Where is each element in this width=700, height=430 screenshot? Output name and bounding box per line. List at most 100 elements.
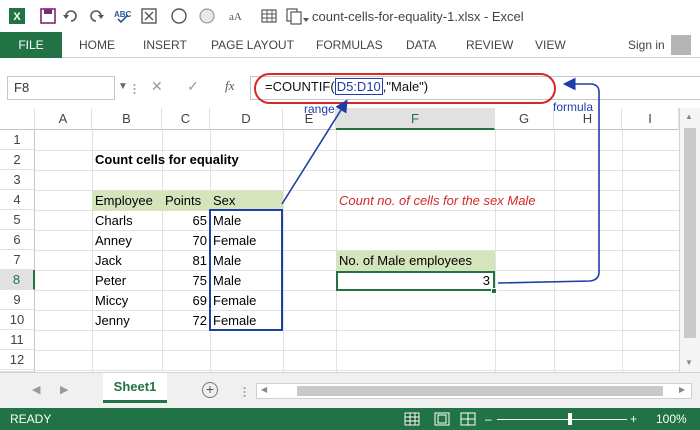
tab-file[interactable]: FILE — [0, 32, 62, 58]
title-bar: X ABC aA count-cells-for-equality-1.xlsx… — [0, 0, 700, 32]
formula-bar: F8 ▼ ✕ ✓ fx =COUNTIF(D5:D10 ,"Male") — [0, 58, 700, 108]
row-header[interactable]: 4 — [0, 190, 35, 210]
gridline — [554, 130, 555, 372]
points-cell[interactable]: 69 — [162, 291, 210, 311]
cancel-icon[interactable]: ✕ — [151, 78, 163, 95]
horizontal-scrollbar[interactable]: ◀ ▶ — [256, 383, 692, 399]
status-ready: READY — [10, 412, 52, 426]
select-all-corner[interactable] — [0, 108, 35, 130]
range-highlight-box — [209, 209, 283, 331]
next-sheet-icon[interactable]: ▶ — [60, 383, 68, 396]
name-box-dropdown-icon[interactable]: ▼ — [118, 81, 128, 92]
employee-cell[interactable]: Charls — [92, 211, 162, 231]
tab-page-layout[interactable]: PAGE LAYOUT — [211, 32, 294, 58]
column-header[interactable]: C — [162, 108, 210, 130]
scroll-left-icon[interactable]: ◀ — [261, 385, 267, 394]
gridline — [283, 130, 284, 372]
points-cell[interactable]: 70 — [162, 231, 210, 251]
result-label-cell[interactable]: No. of Male employees — [336, 251, 495, 271]
horizontal-scroll-thumb[interactable] — [297, 386, 663, 396]
gridline — [35, 370, 679, 371]
page-layout-view-icon[interactable] — [434, 412, 450, 426]
header-cell-sex[interactable]: Sex — [210, 191, 283, 211]
row-header[interactable]: 7 — [0, 250, 35, 270]
zoom-level[interactable]: 100% — [656, 408, 687, 430]
sheet-tab-sheet1[interactable]: Sheet1 — [103, 373, 167, 403]
vertical-scrollbar[interactable]: ▲ ▼ — [679, 108, 700, 372]
status-bar: READY – + 100% — [0, 408, 700, 430]
tab-home[interactable]: HOME — [79, 32, 115, 58]
circle-icon[interactable] — [170, 7, 188, 25]
sign-in-link[interactable]: Sign in — [628, 32, 665, 58]
tab-insert[interactable]: INSERT — [143, 32, 187, 58]
row-header[interactable]: 1 — [0, 130, 35, 150]
window-title: count-cells-for-equality-1.xlsx - Excel — [312, 9, 524, 24]
text-format-icon[interactable] — [198, 7, 216, 25]
scroll-up-icon[interactable]: ▲ — [685, 112, 693, 121]
column-header[interactable]: A — [35, 108, 92, 130]
fill-handle[interactable] — [491, 288, 497, 294]
scroll-right-icon[interactable]: ▶ — [679, 385, 685, 394]
zoom-slider-thumb[interactable] — [568, 413, 572, 425]
drag-handle-icon[interactable] — [133, 84, 136, 94]
page-break-view-icon[interactable] — [460, 412, 476, 426]
tab-view[interactable]: VIEW — [535, 32, 566, 58]
points-cell[interactable]: 75 — [162, 271, 210, 291]
points-cell[interactable]: 72 — [162, 311, 210, 331]
text-format-icon[interactable]: aA — [227, 7, 245, 25]
tab-data[interactable]: DATA — [406, 32, 436, 58]
column-header[interactable]: B — [92, 108, 162, 130]
scroll-down-icon[interactable]: ▼ — [685, 358, 693, 367]
name-box[interactable]: F8 — [7, 76, 115, 100]
enter-icon[interactable]: ✓ — [187, 78, 199, 95]
row-header[interactable]: 10 — [0, 310, 35, 330]
sheet-title-cell[interactable]: Count cells for equality — [92, 150, 242, 170]
row-header[interactable]: 9 — [0, 290, 35, 310]
column-header[interactable]: G — [495, 108, 554, 130]
header-cell-employee[interactable]: Employee — [92, 191, 162, 211]
column-header[interactable]: I — [622, 108, 679, 130]
undo-icon[interactable] — [62, 7, 80, 25]
result-value-cell-selected[interactable]: 3 — [336, 271, 495, 291]
employee-cell[interactable]: Jack — [92, 251, 162, 271]
vertical-scroll-thumb[interactable] — [684, 128, 696, 338]
row-header[interactable]: 5 — [0, 210, 35, 230]
row-header[interactable]: 6 — [0, 230, 35, 250]
ribbon-tabs: FILE HOME INSERT PAGE LAYOUT FORMULAS DA… — [0, 32, 700, 58]
row-header[interactable]: 3 — [0, 170, 35, 190]
clear-icon[interactable] — [140, 7, 158, 25]
tab-review[interactable]: REVIEW — [466, 32, 513, 58]
zoom-in-button[interactable]: + — [630, 408, 637, 430]
user-icon[interactable] — [671, 35, 691, 55]
points-cell[interactable]: 65 — [162, 211, 210, 231]
column-header[interactable]: D — [210, 108, 283, 130]
zoom-slider-track[interactable] — [497, 419, 627, 420]
column-header[interactable]: H — [554, 108, 622, 130]
row-header[interactable]: 11 — [0, 330, 35, 350]
column-header-selected[interactable]: F — [336, 108, 495, 130]
prev-sheet-icon[interactable]: ◀ — [32, 383, 40, 396]
employee-cell[interactable]: Anney — [92, 231, 162, 251]
row-header[interactable]: 12 — [0, 350, 35, 370]
redo-icon[interactable] — [87, 7, 105, 25]
add-sheet-icon[interactable]: + — [202, 382, 218, 398]
save-icon[interactable] — [39, 7, 57, 25]
tab-splitter-icon[interactable] — [243, 385, 246, 397]
note-text[interactable]: Count no. of cells for the sex Male — [336, 191, 539, 211]
row-header[interactable]: 2 — [0, 150, 35, 170]
points-cell[interactable]: 81 — [162, 251, 210, 271]
header-cell-points[interactable]: Points — [162, 191, 210, 211]
normal-view-icon[interactable] — [404, 412, 420, 426]
worksheet-grid[interactable]: A B C D E F G H I 1 2 3 4 5 6 7 8 9 10 1… — [0, 108, 700, 372]
employee-cell[interactable]: Jenny — [92, 311, 162, 331]
row-header-selected[interactable]: 8 — [0, 270, 35, 290]
sheet-tabs-bar: ◀ ▶ Sheet1 + ◀ ▶ — [0, 372, 700, 408]
insert-function-button[interactable]: fx — [225, 78, 234, 94]
spelling-icon[interactable]: ABC — [113, 7, 131, 25]
employee-cell[interactable]: Miccy — [92, 291, 162, 311]
zoom-out-button[interactable]: – — [485, 408, 492, 430]
tab-formulas[interactable]: FORMULAS — [316, 32, 383, 58]
table-icon[interactable] — [260, 7, 278, 25]
column-header[interactable]: E — [283, 108, 336, 130]
employee-cell[interactable]: Peter — [92, 271, 162, 291]
